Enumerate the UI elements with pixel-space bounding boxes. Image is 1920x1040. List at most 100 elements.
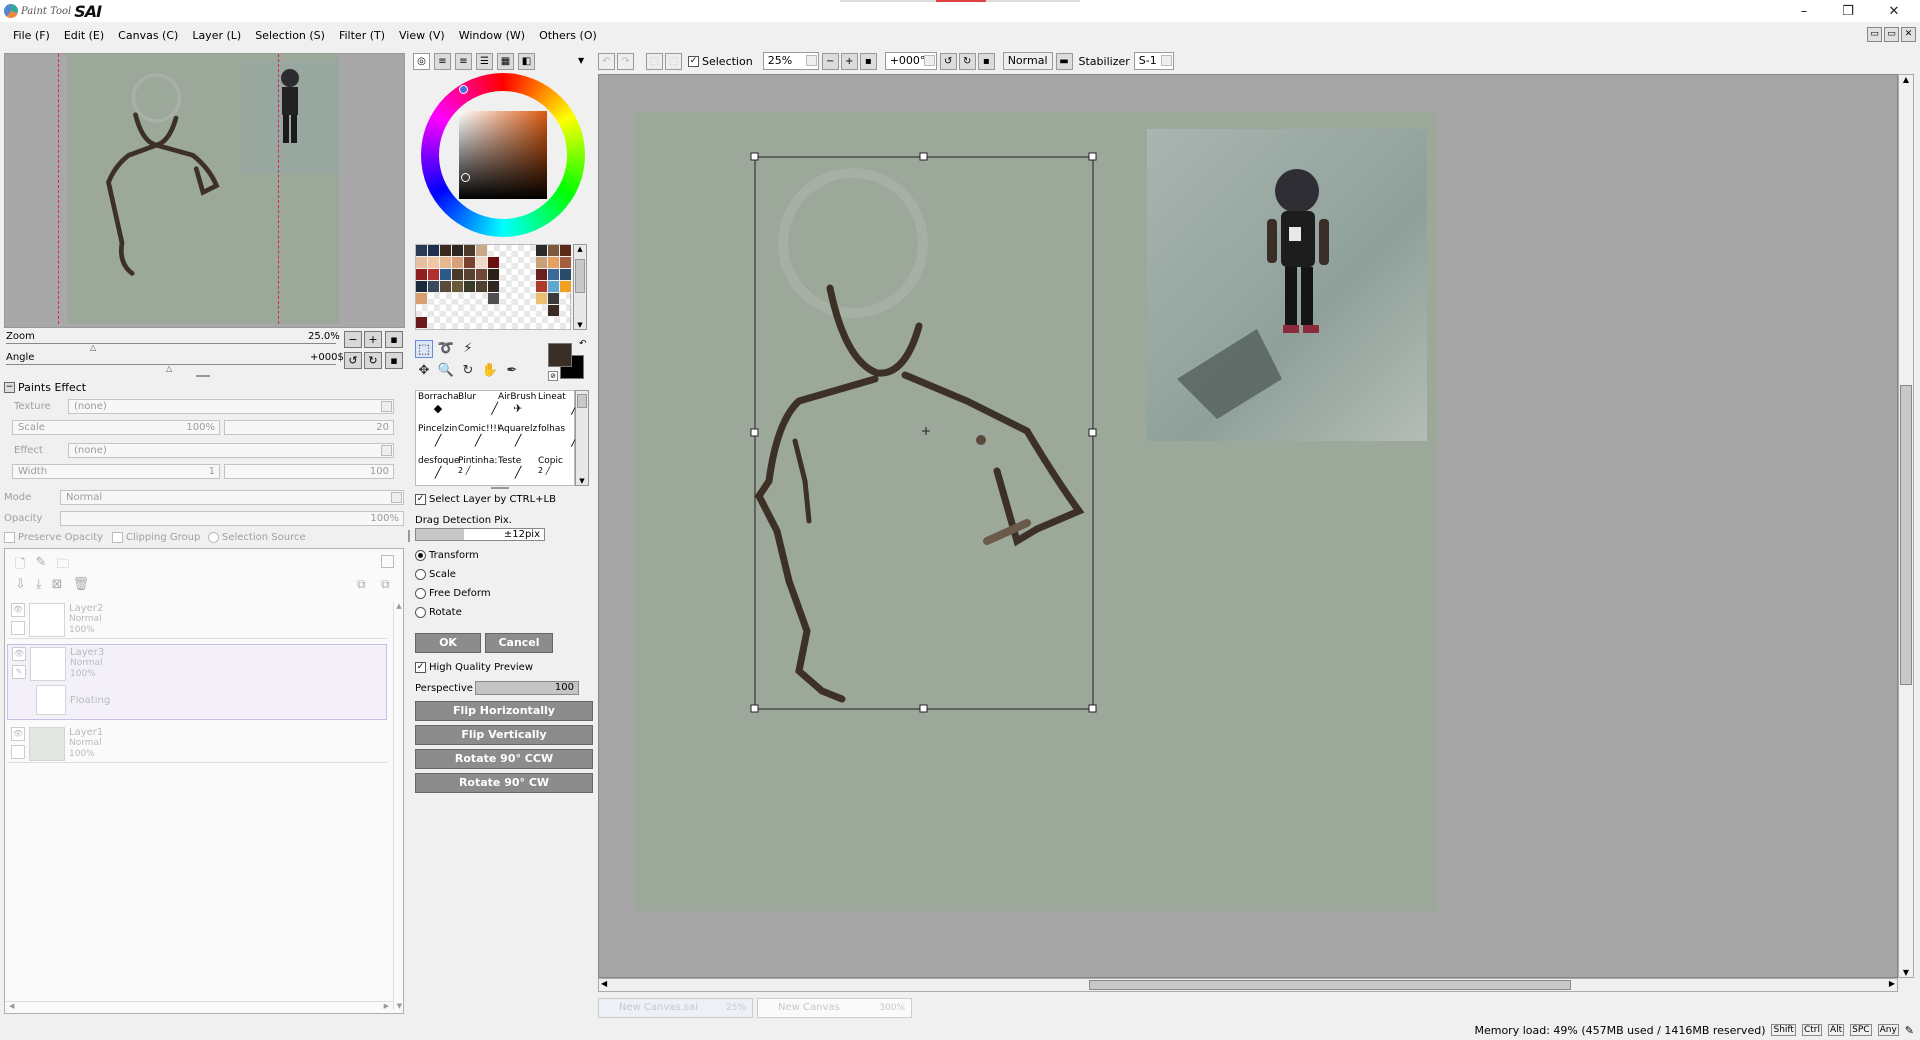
brush-aquarelz[interactable]: Aquarelz ╱ — [498, 424, 538, 456]
rotate-reset-button[interactable]: ▪ — [385, 352, 403, 369]
transparent-color-icon[interactable]: ⊘ — [548, 371, 558, 381]
rotate-radio[interactable]: Rotate — [415, 607, 462, 618]
selection-source-radio[interactable]: Selection Source — [208, 532, 306, 543]
deselect-icon[interactable]: ⬚ — [646, 52, 663, 70]
menu-filter[interactable]: Filter (T) — [332, 29, 392, 42]
apply-mask-icon[interactable]: ⧉ — [357, 577, 366, 592]
new-folder-icon[interactable]: 🗀 — [56, 555, 69, 577]
zoom-slider[interactable] — [6, 343, 336, 347]
rotate-ccw-button[interactable]: Rotate 90° CCW — [415, 749, 593, 769]
clear-layer-icon[interactable]: ⊠ — [52, 577, 63, 592]
preserve-opacity-checkbox[interactable]: Preserve Opacity — [4, 532, 103, 543]
transform-radio[interactable]: Transform — [415, 550, 479, 561]
toolbar-zoom-in-icon[interactable]: + — [840, 52, 858, 70]
hsv-slider-tab-icon[interactable]: ≡ — [455, 53, 472, 70]
navigator-preview[interactable] — [67, 54, 339, 324]
swatches-tab-icon[interactable]: ▦ — [497, 53, 514, 70]
angle-slider-thumb[interactable]: △ — [166, 364, 172, 373]
drag-detection-slider[interactable]: ±12pix — [415, 528, 545, 541]
transfer-down-icon[interactable]: ⇩ — [15, 577, 26, 592]
saturation-value-square[interactable] — [459, 111, 547, 199]
menu-layer[interactable]: Layer (L) — [185, 29, 248, 42]
brush-pincelzin[interactable]: Pincelzin ╱ — [418, 424, 458, 456]
rotate-cw-button[interactable]: Rotate 90° CW — [415, 773, 593, 793]
rotate-left-button[interactable]: ↺ — [344, 352, 362, 369]
lock-toggle-icon[interactable] — [11, 621, 25, 635]
navigator-panel[interactable] — [4, 53, 405, 328]
zoom-select[interactable]: 25% — [762, 52, 819, 70]
brush-folhas[interactable]: folhas╱ — [538, 424, 578, 456]
canvas-paper[interactable] — [637, 111, 1437, 911]
layer-item-layer2[interactable]: 👁 Layer2 Normal 100% — [7, 601, 387, 639]
brush-desfoque[interactable]: desfoque ╱ — [418, 456, 460, 488]
toolbar-rotate-reset-icon[interactable]: ▪ — [977, 52, 995, 70]
restore-button[interactable]: ❐ — [1826, 0, 1870, 22]
perspective-slider[interactable]: 100 — [475, 681, 579, 695]
visibility-eye-icon[interactable]: 👁 — [11, 603, 25, 617]
new-layer-icon[interactable]: 🗋 — [15, 555, 25, 577]
canvas-viewport[interactable] — [598, 74, 1898, 978]
move-tool-icon[interactable]: ✥ — [415, 362, 433, 380]
show-selection-checkbox[interactable]: ✓ — [688, 55, 699, 67]
brush-teste[interactable]: Teste ╱ — [498, 456, 538, 488]
primary-color-swatch[interactable] — [548, 343, 572, 367]
visibility-eye-icon[interactable]: 👁 — [11, 727, 25, 741]
swap-colors-icon[interactable]: ↶ — [579, 339, 587, 349]
rect-select-tool-icon[interactable]: ⬚ — [415, 340, 433, 358]
brush-scrollbar[interactable]: ▼ — [575, 390, 589, 486]
scale-radio[interactable]: Scale — [415, 569, 456, 580]
flip-view-icon[interactable]: ▬ — [1055, 52, 1073, 70]
sv-cursor[interactable] — [461, 173, 470, 182]
hue-ring[interactable] — [421, 73, 585, 237]
brush-lineat[interactable]: Lineat╱ — [538, 392, 578, 424]
collapse-icon[interactable]: − — [4, 382, 15, 393]
opacity-slider[interactable]: 100% — [60, 511, 404, 526]
lasso-tool-icon[interactable]: ➰ — [437, 340, 455, 358]
menu-others[interactable]: Others (O) — [532, 29, 604, 42]
canvas-hscrollbar[interactable]: ◀ ▶ — [598, 978, 1898, 992]
ok-button[interactable]: OK — [415, 633, 481, 653]
brush-pintinha[interactable]: Pintinha: 2 ╱ — [458, 456, 498, 488]
magic-wand-tool-icon[interactable]: ⚡ — [459, 340, 477, 358]
panel-splitter-tools[interactable] — [491, 487, 509, 489]
swatch-scrollbar[interactable]: ▲ ▼ — [573, 244, 587, 330]
mdi-tile-button[interactable]: ▭ — [1867, 27, 1882, 42]
zoom-tool-icon[interactable]: 🔍 — [437, 362, 455, 380]
hue-cursor[interactable] — [459, 85, 468, 94]
flip-horizontally-button[interactable]: Flip Horizontally — [415, 701, 593, 721]
menu-selection[interactable]: Selection (S) — [248, 29, 332, 42]
swatch-palette[interactable] — [415, 244, 572, 330]
toolbar-rotate-left-icon[interactable]: ↺ — [939, 52, 957, 70]
stabilizer-select[interactable]: S-1 — [1133, 52, 1174, 70]
toolbar-zoom-out-icon[interactable]: − — [821, 52, 839, 70]
layers-scrollbar[interactable]: ▲ ▼ — [393, 602, 404, 1010]
blend-mode-display[interactable]: Normal — [1002, 52, 1053, 70]
canvas-vscrollbar[interactable]: ▲ ▼ — [1898, 74, 1914, 978]
toolbar-rotate-right-icon[interactable]: ↻ — [958, 52, 976, 70]
redo-icon[interactable]: ↷ — [617, 52, 634, 70]
undo-icon[interactable]: ↶ — [598, 52, 615, 70]
texture-select[interactable]: (none) — [68, 399, 394, 414]
free-deform-radio[interactable]: Free Deform — [415, 588, 491, 599]
rgb-slider-tab-icon[interactable]: ≡ — [434, 53, 451, 70]
rotate-right-button[interactable]: ↻ — [364, 352, 382, 369]
effect-strength-slider[interactable]: 100 — [224, 464, 394, 479]
zoom-slider-thumb[interactable]: △ — [90, 343, 96, 352]
mdi-close-button[interactable]: ✕ — [1901, 27, 1916, 42]
layer-item-layer1[interactable]: 👁 Layer1 Normal 100% — [7, 725, 387, 763]
effect-select[interactable]: (none) — [68, 443, 394, 458]
brush-blur[interactable]: Blur ╱ — [458, 392, 498, 424]
menu-window[interactable]: Window (W) — [452, 29, 532, 42]
menu-view[interactable]: View (V) — [392, 29, 452, 42]
invert-selection-icon[interactable]: ⬚ — [665, 52, 682, 70]
width-slider[interactable]: Width 1 — [12, 464, 220, 479]
texture-strength-slider[interactable]: 20 — [224, 420, 394, 435]
mixer-tab-icon[interactable]: ☰ — [476, 53, 493, 70]
delete-mask-icon[interactable]: ⧉ — [381, 577, 390, 592]
angle-select[interactable]: +000° — [884, 52, 937, 70]
pen-edit-icon[interactable]: ✎ — [12, 665, 26, 679]
brush-airbrush[interactable]: AirBrush ✈ — [498, 392, 538, 424]
minimize-button[interactable]: – — [1782, 0, 1826, 22]
cancel-button[interactable]: Cancel — [485, 633, 553, 653]
delete-layer-icon[interactable]: 🗑 — [73, 577, 90, 592]
